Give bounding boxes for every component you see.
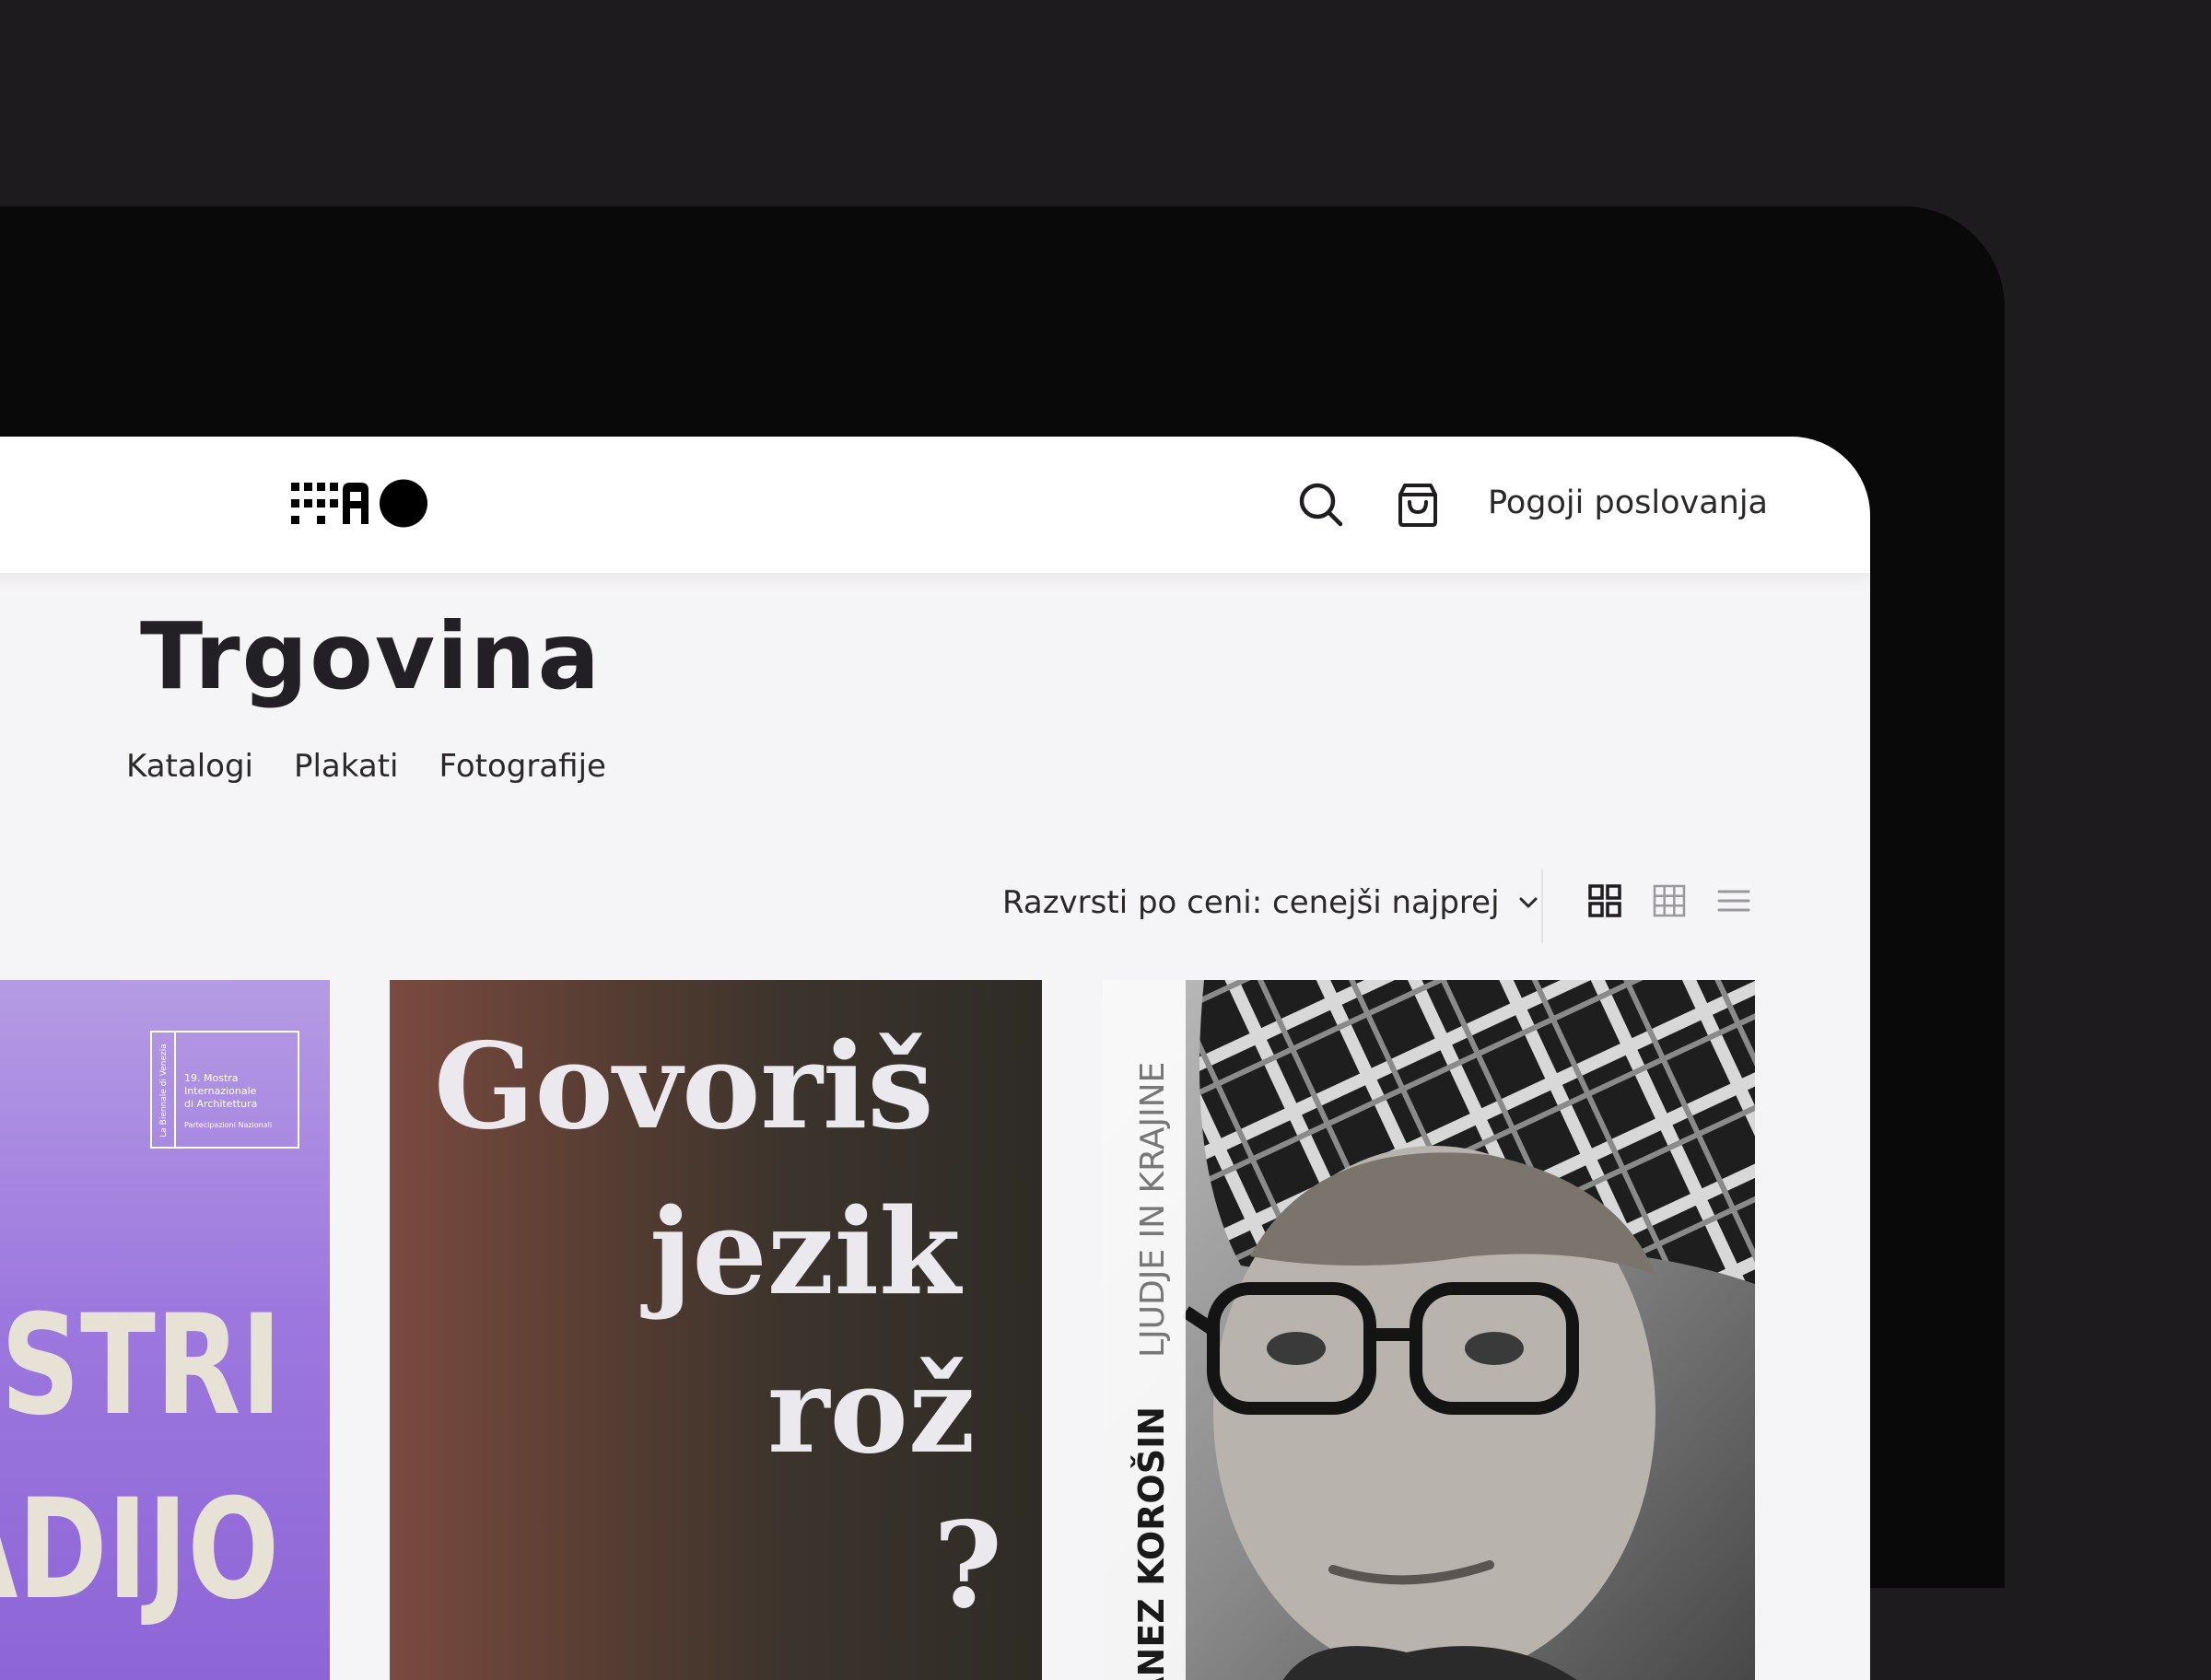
logo-mark-icon: [291, 479, 427, 528]
badge-line: Partecipazioni Nazionali: [184, 1121, 272, 1129]
category-plakati[interactable]: Plakati: [294, 748, 399, 785]
biennale-badge: La Biennale di Venezia 19. Mostra Intern…: [150, 1031, 299, 1149]
sort-label: Razvrsti po ceni: cenejši najprej: [1002, 884, 1500, 921]
cart-button[interactable]: [1386, 473, 1449, 536]
terms-link[interactable]: Pogoji poslovanja: [1488, 484, 1768, 521]
site-header: Pogoji poslovanja: [0, 437, 1870, 573]
category-fotografije[interactable]: Fotografije: [439, 748, 605, 785]
category-nav: Katalogi Plakati Fotografije: [126, 748, 606, 785]
shopping-bag-icon: [1398, 484, 1437, 527]
badge-side-text: La Biennale di Venezia: [159, 1044, 169, 1137]
cover-title-line: Govoriš: [434, 1018, 934, 1156]
cover-title: LJUDJE IN KRAJINE: [1134, 1062, 1172, 1358]
view-grid-2-button[interactable]: [1579, 875, 1631, 927]
page-title: Trgovina: [140, 602, 602, 710]
site-logo[interactable]: [291, 477, 429, 532]
category-katalogi[interactable]: Katalogi: [126, 748, 253, 785]
sort-dropdown[interactable]: Razvrsti po ceni: cenejši najprej: [1002, 884, 1540, 921]
cover-title-line: OJSTRI: [0, 1286, 282, 1446]
chevron-down-icon: [1519, 897, 1538, 908]
product-card[interactable]: JANEZ KOROŠIN LJUDJE IN KRAJINE: [1103, 980, 1755, 1680]
browser-screen: Pogoji poslovanja Trgovina Katalogi Plak…: [0, 437, 1870, 1680]
cover-title-line: rož: [767, 1342, 976, 1480]
view-list-button[interactable]: [1708, 875, 1760, 927]
search-button[interactable]: [1290, 473, 1352, 536]
badge-line: Internazionale: [184, 1085, 257, 1097]
cover-title-line: RADIJO: [0, 1469, 279, 1630]
toolbar-divider: [1541, 869, 1543, 943]
badge-line: 19. Mostra: [184, 1072, 239, 1084]
product-cover-image: Govoriš jezik rož ?: [434, 1018, 1002, 1635]
cover-title-line: jezik: [640, 1184, 963, 1322]
product-cover-image: JANEZ KOROŠIN LJUDJE IN KRAJINE: [1103, 980, 1755, 1680]
cover-author: JANEZ KOROŠIN: [1131, 1406, 1172, 1680]
view-grid-3-button[interactable]: [1644, 875, 1695, 927]
device-frame: Pogoji poslovanja Trgovina Katalogi Plak…: [0, 206, 2005, 1680]
list-icon: [1717, 890, 1750, 912]
product-card[interactable]: Govoriš jezik rož ?: [390, 980, 1042, 1680]
badge-line: di Architettura: [184, 1098, 257, 1110]
cover-title-line: ?: [933, 1497, 1002, 1635]
product-cover-image: La Biennale di Venezia 19. Mostra Intern…: [0, 1031, 299, 1630]
search-icon: [1299, 483, 1343, 527]
grid-3-icon: [1653, 884, 1686, 917]
product-card[interactable]: La Biennale di Venezia 19. Mostra Intern…: [0, 980, 330, 1680]
grid-2-icon: [1588, 884, 1621, 917]
